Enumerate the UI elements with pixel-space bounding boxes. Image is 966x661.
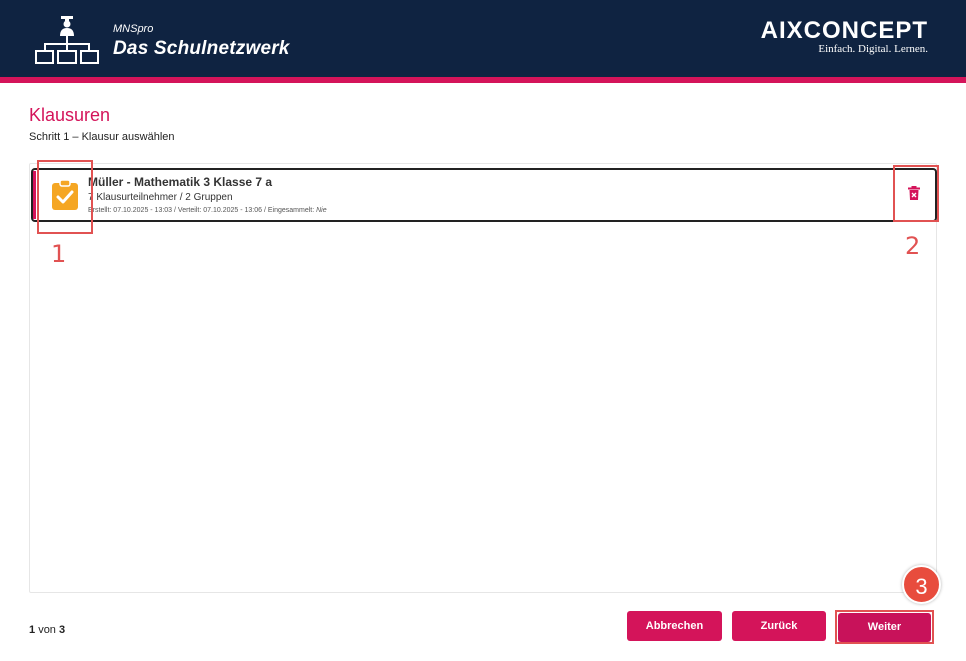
back-button[interactable]: Zurück [732, 611, 826, 641]
vendor-logo: AIXCONCEPT Einfach. Digital. Lernen. [760, 17, 928, 56]
app-header: MNSpro Das Schulnetzwerk AIXCONCEPT Einf… [0, 0, 966, 77]
annotation-number-1: 1 [51, 240, 67, 268]
exam-list-panel [29, 163, 937, 593]
distributed-label: Verteilt: [177, 207, 202, 214]
pager-of: von [38, 624, 56, 636]
header-accent-stripe [0, 77, 966, 83]
vendor-name: AIXCONCEPT [760, 17, 928, 44]
step-subtitle: Schritt 1 – Klausur auswählen [29, 131, 175, 143]
collected-value: Nie [316, 207, 327, 214]
created-value: 07.10.2025 - 13:03 [113, 207, 173, 214]
annotation-box-2 [893, 165, 939, 222]
cancel-button[interactable]: Abbrechen [627, 611, 722, 641]
pager-current: 1 [29, 624, 36, 636]
vendor-tagline: Einfach. Digital. Lernen. [818, 43, 928, 55]
next-button[interactable]: Weiter [838, 613, 931, 642]
annotation-box-1 [37, 160, 93, 234]
exam-timestamps: Erstellt: 07.10.2025 - 13:03 / Verteilt:… [88, 207, 327, 214]
selection-accent-bar [33, 171, 36, 219]
collected-label: Eingesammelt: [267, 207, 315, 214]
exam-participants: 7 Klausurteilnehmer / 2 Gruppen [88, 192, 233, 203]
exam-title: Müller - Mathematik 3 Klasse 7 a [88, 175, 273, 189]
pager-total: 3 [59, 624, 66, 636]
school-network-logo-icon [35, 16, 99, 64]
page-title: Klausuren [29, 105, 111, 125]
annotation-number-2: 2 [905, 232, 921, 260]
distributed-value: 07.10.2025 - 13:06 [203, 207, 263, 214]
page-indicator: 1 von 3 [29, 624, 65, 636]
annotation-badge-3: 3 [902, 565, 941, 604]
brand-small-label: MNSpro [113, 23, 154, 35]
brand-title: Das Schulnetzwerk [113, 38, 290, 59]
